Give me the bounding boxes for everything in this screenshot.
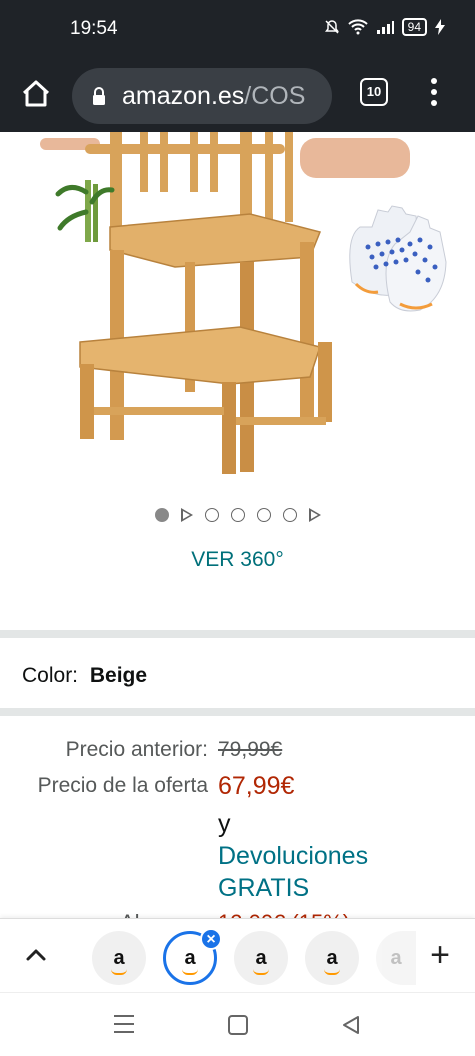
old-price: 79,99€ — [218, 738, 283, 761]
tower-leg — [222, 382, 236, 474]
recents-icon[interactable] — [114, 1015, 134, 1033]
home-icon[interactable] — [18, 76, 54, 112]
tab-thumbnail[interactable]: a — [234, 931, 288, 985]
cross-bar — [236, 417, 326, 425]
right-hand — [300, 138, 410, 178]
cross-bar — [94, 407, 224, 415]
tab-thumbnail[interactable]: a — [305, 931, 359, 985]
more-menu-icon[interactable] — [420, 74, 448, 110]
new-tab-button[interactable]: + — [426, 937, 454, 973]
tab-thumbnail-partial[interactable]: a — [376, 931, 416, 985]
charging-bolt-icon — [435, 19, 445, 35]
tab-switcher-button[interactable]: 10 — [360, 78, 388, 106]
amazon-logo-icon: a — [111, 947, 128, 975]
tab-strip: a a × a a a + — [0, 918, 475, 992]
bamboo-illustration — [55, 180, 115, 242]
carousel-dot[interactable] — [204, 508, 219, 522]
wifi-icon — [347, 19, 368, 35]
amazon-logo-icon: a — [182, 947, 199, 975]
url-field[interactable]: amazon.es/COS — [72, 68, 332, 124]
carousel-dot[interactable] — [256, 508, 271, 522]
lock-icon — [93, 87, 105, 105]
tower-slat — [190, 132, 198, 192]
browser-toolbar: amazon.es/COS 10 — [0, 60, 475, 132]
back-icon[interactable] — [342, 1015, 360, 1035]
free-returns-link[interactable]: Devoluciones GRATIS — [218, 840, 438, 904]
color-label: Color: — [22, 664, 79, 687]
close-tab-icon[interactable]: × — [200, 928, 222, 950]
tower-leg — [318, 342, 332, 422]
signal-icon — [376, 21, 394, 34]
amazon-logo-icon: a — [253, 947, 270, 975]
url-path: /COS — [244, 81, 306, 110]
tower-leg — [300, 242, 314, 422]
video-play-indicator-icon[interactable] — [180, 508, 193, 522]
gloves-illustration — [349, 205, 447, 312]
tower-slat — [210, 132, 218, 192]
status-time: 19:54 — [70, 18, 118, 39]
section-divider — [0, 630, 475, 638]
tab-thumbnail-active[interactable]: a × — [163, 928, 222, 985]
section-divider — [0, 708, 475, 716]
deal-price-label: Precio de la oferta — [37, 774, 208, 797]
image-carousel-indicators — [0, 508, 475, 522]
system-nav-bar — [0, 992, 475, 1056]
url-domain: amazon.es — [122, 81, 245, 110]
color-selection: Color: Beige — [22, 664, 147, 688]
color-value: Beige — [89, 664, 148, 687]
tower-slat — [140, 132, 148, 192]
video-play-indicator-icon[interactable] — [308, 508, 321, 522]
chevron-up-icon[interactable] — [22, 945, 50, 965]
old-price-label: Precio anterior: — [65, 738, 208, 761]
home-nav-icon[interactable] — [228, 1015, 248, 1035]
tower-slat — [160, 132, 168, 192]
tower-leg — [80, 364, 94, 439]
amazon-logo-icon: a — [390, 946, 402, 969]
carousel-dot-active[interactable] — [154, 508, 169, 522]
tab-thumbnail[interactable]: a — [92, 931, 146, 985]
carousel-dot[interactable] — [282, 508, 297, 522]
tower-slat — [265, 132, 273, 222]
status-bar: 19:54 94 — [0, 0, 475, 60]
product-image[interactable] — [0, 132, 475, 492]
amazon-logo-icon: a — [324, 947, 341, 975]
battery-indicator: 94 — [401, 18, 427, 36]
carousel-dot[interactable] — [230, 508, 245, 522]
deal-price: 67,99€ — [218, 772, 295, 800]
view-360-link[interactable]: VER 360° — [0, 548, 475, 572]
status-icons: 94 — [324, 18, 445, 36]
mute-bell-icon — [324, 20, 339, 34]
conjunction-text: y — [218, 810, 231, 838]
tower-slat — [285, 132, 293, 222]
